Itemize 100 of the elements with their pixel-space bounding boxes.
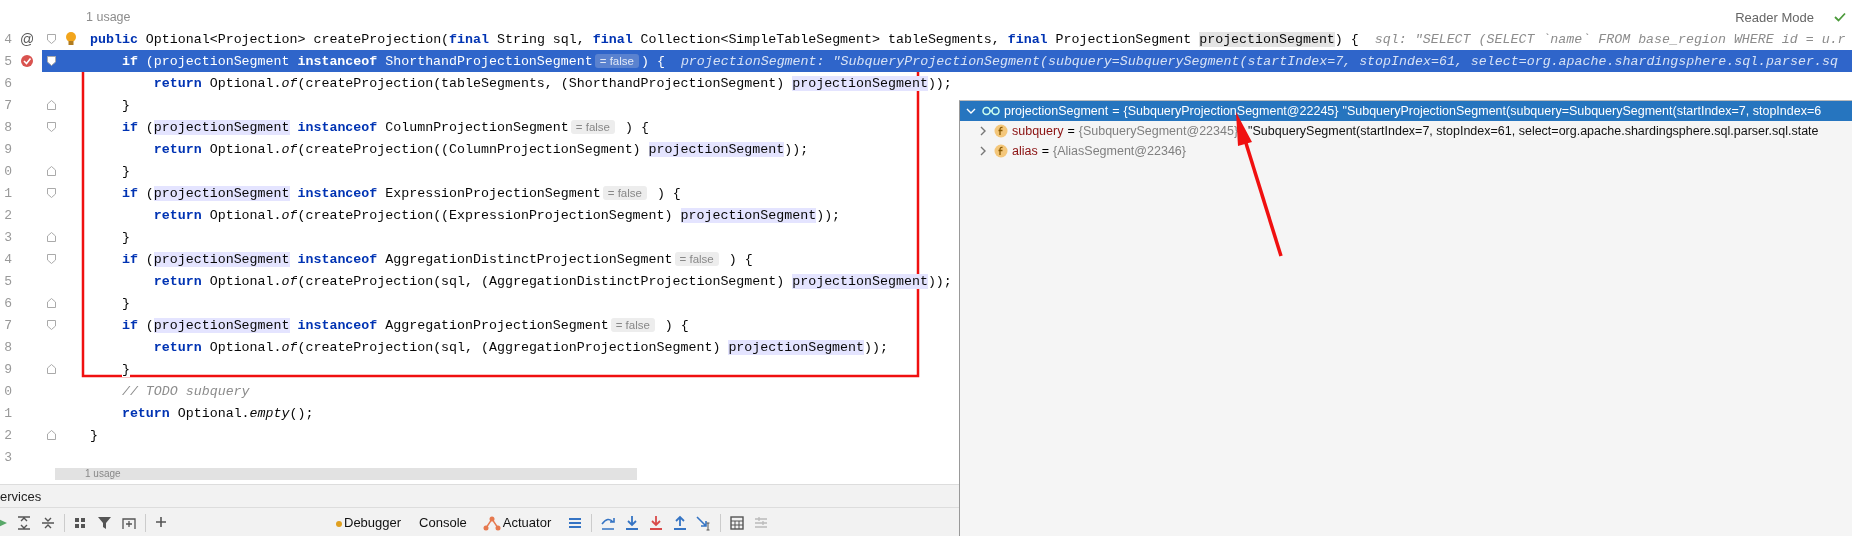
reader-mode-button[interactable]: Reader Mode [1735,9,1814,25]
filter-icon[interactable] [97,514,113,531]
line-number: 0 [3,383,12,399]
line-number: 4 [3,251,12,267]
field-icon [994,144,1008,158]
code-text: } [121,229,130,245]
code-text: )); [864,339,888,355]
code-text: ) { [1334,31,1359,47]
fold-icon[interactable] [46,254,56,264]
keyword: public [90,31,138,47]
variable-usage: projectionSegment [153,119,290,135]
keyword: return [153,339,202,355]
variable-usage: projectionSegment [153,317,290,333]
line-number: 8 [3,339,12,355]
nodes-icon [482,514,501,531]
line-number: 1 [3,405,12,421]
inlay-hint: = false [674,252,719,266]
keyword: if [121,119,138,135]
breakpoint-icon[interactable] [20,54,34,68]
code-text: } [121,97,130,113]
bug-icon [336,518,342,527]
inlay-hint: = false [594,54,639,68]
code-text: (); [289,405,314,421]
code-text: )); [784,141,809,157]
line-number: 2 [3,207,12,223]
variable-usage: projectionSegment [153,251,290,267]
keyword: return [153,141,202,157]
line-number: 5 [3,53,12,69]
keyword: instanceof [296,119,378,135]
line-number: 0 [3,163,12,179]
tool-tab[interactable]: Console [417,515,475,530]
line-number: 4 [3,31,12,47]
method-name: empty [249,405,290,421]
inlay-hint: = false [610,318,655,332]
keyword: if [121,251,138,267]
variable-row[interactable]: projectionSegment = {SubqueryProjectionSegment@22245} "SubqueryProjectionSegment(subquery=SubquerySegment(startIndex=7, stopIndex=6 [960,101,1852,121]
variable-row[interactable]: alias = {AliasSegment@22346} [960,141,1852,161]
code-text: } [121,163,130,179]
line-number: 6 [3,75,12,91]
panel-title: ervices [0,488,42,504]
code-text: } [121,361,130,377]
fold-icon[interactable] [46,232,56,242]
keyword: return [121,405,170,421]
step-out-icon[interactable] [672,514,689,531]
fold-icon[interactable] [46,188,56,198]
fold-icon[interactable] [46,430,56,440]
line-number: 6 [3,295,12,311]
keyword: if [121,317,138,333]
fold-icon[interactable] [46,56,56,66]
keyword: instanceof [296,185,378,201]
variable-usage: projectionSegment [792,273,928,289]
run-to-cursor-icon[interactable] [696,514,713,531]
keyword: final [1007,31,1048,47]
inlay-hint: = false [602,186,647,200]
keyword: final [592,31,633,47]
tool-tab[interactable]: Actuator [500,515,560,530]
keyword: instanceof [296,317,378,333]
line-number: 5 [3,273,12,289]
lightbulb-icon[interactable] [65,31,77,47]
expand-all-icon[interactable] [16,514,32,531]
fold-icon[interactable] [46,364,56,374]
calculator-icon[interactable] [729,514,746,531]
fold-icon[interactable] [46,320,56,330]
fold-icon[interactable] [46,34,56,44]
line-number: 2 [3,427,12,443]
keyword: return [153,273,202,289]
step-into-icon[interactable] [624,514,641,531]
variable-usage: projectionSegment [792,75,928,91]
line-number: 7 [3,97,12,113]
field-icon [994,124,1008,138]
check-icon [1834,12,1846,22]
code-text: )); [927,273,952,289]
fold-icon[interactable] [46,122,56,132]
fold-icon[interactable] [46,100,56,110]
variable-usage: projectionSegment [680,207,817,223]
keyword: return [153,207,202,223]
debug-value-hint: sql: "SELECT (SELECT `name` FROM base_region WHERE id = u.r [1374,31,1846,47]
line-number: 9 [3,141,12,157]
line-number: 9 [3,361,12,377]
code-text: } [90,427,98,443]
keyword: return [153,75,202,91]
line-number: 1 [3,185,12,201]
keyword: final [449,31,489,47]
override-marker[interactable]: @ [20,31,35,47]
variable-usage: projectionSegment [648,141,785,157]
keyword: if [121,185,138,201]
tool-tab[interactable]: Debugger [342,515,410,530]
force-step-into-icon[interactable] [648,514,665,531]
code-text: )); [927,75,952,91]
inlay-hint: = false [570,120,615,134]
fold-icon[interactable] [46,298,56,308]
code-text: } [121,295,130,311]
fold-icon[interactable] [46,166,56,176]
debug-value-hint: projectionSegment: "SubqueryProjectionSegment(subquery=SubquerySegment(startIndex=7, stopIndex=61, select=org.apache.shardingsphere.sql.parser.sq [680,53,1838,69]
variable-usage: projectionSegment [728,339,865,355]
usage-count[interactable]: 1 usage [86,10,131,24]
code-text: ) { [640,53,665,69]
code-comment: // TODO subquery [121,383,250,399]
glasses-icon [982,106,1000,116]
line-number: 3 [3,449,12,465]
